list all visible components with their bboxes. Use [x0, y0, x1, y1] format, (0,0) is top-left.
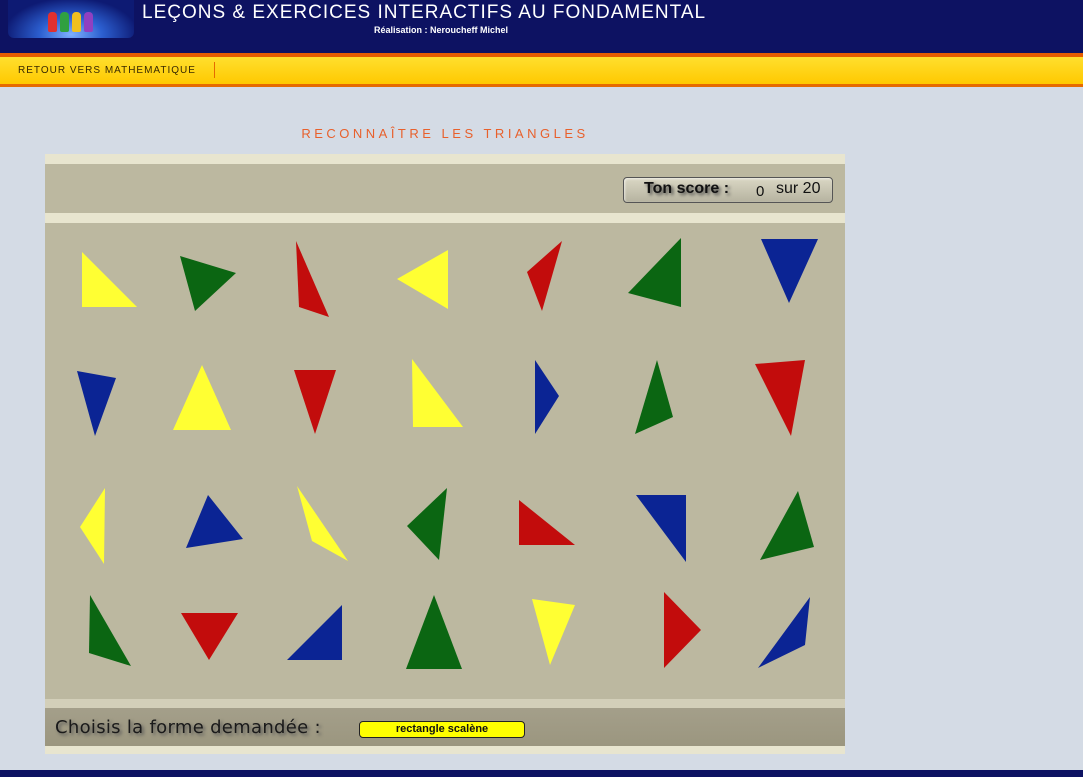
instruction-prompt: Choisis la forme demandée : [55, 717, 321, 738]
triangle-red-5[interactable] [527, 241, 562, 311]
triangle-green-22[interactable] [89, 595, 131, 666]
site-header: LEÇONS & EXERCICES INTERACTIFS AU FONDAM… [0, 0, 1083, 53]
triangle-yellow-11[interactable] [412, 359, 463, 427]
triangle-red-23[interactable] [181, 613, 238, 660]
triangle-green-2[interactable] [180, 256, 236, 311]
triangle-red-19[interactable] [519, 500, 575, 545]
triangle-red-3[interactable] [296, 241, 329, 317]
triangle-blue-8[interactable] [77, 371, 116, 436]
score-total: sur 20 [776, 180, 821, 197]
target-shape-button[interactable]: rectangle scalène [359, 721, 525, 738]
back-to-math-link[interactable]: RETOUR VERS MATHEMATIQUE [18, 65, 196, 76]
triangle-blue-24[interactable] [287, 605, 342, 660]
panel-mid-band [45, 213, 845, 223]
score-display: Ton score : 0 sur 20 [623, 177, 833, 203]
triangle-red-27[interactable] [664, 592, 701, 668]
triangle-board [45, 223, 845, 699]
panel-lower-band [45, 699, 845, 708]
triangle-grid [77, 238, 818, 669]
nav-bar: RETOUR VERS MATHEMATIQUE [0, 57, 1083, 87]
page-title: RECONNAÎTRE LES TRIANGLES [301, 126, 589, 141]
triangle-blue-12[interactable] [535, 360, 559, 434]
panel-top-band [45, 154, 845, 164]
triangle-yellow-9[interactable] [173, 365, 231, 430]
nav-separator [214, 62, 215, 78]
site-title: LEÇONS & EXERCICES INTERACTIFS AU FONDAM… [142, 2, 707, 23]
game-panel: Ton score : 0 sur 20 Choisis la forme de… [45, 154, 845, 754]
triangle-red-10[interactable] [294, 370, 336, 434]
triangle-green-21[interactable] [760, 491, 814, 560]
triangle-green-18[interactable] [407, 488, 447, 560]
triangle-green-13[interactable] [635, 360, 673, 434]
triangle-blue-7[interactable] [761, 239, 818, 303]
triangle-green-6[interactable] [628, 238, 681, 307]
triangle-blue-20[interactable] [636, 495, 686, 562]
triangle-yellow-1[interactable] [82, 252, 137, 307]
triangle-yellow-17[interactable] [297, 486, 348, 561]
triangle-yellow-4[interactable] [397, 250, 448, 309]
site-author: Réalisation : Neroucheff Michel [374, 25, 509, 35]
triangle-blue-28[interactable] [758, 597, 810, 668]
instruction-bar: Choisis la forme demandée : rectangle sc… [45, 708, 845, 746]
triangle-red-14[interactable] [755, 360, 805, 436]
triangle-yellow-15[interactable] [80, 488, 105, 564]
footer-bar [0, 770, 1083, 777]
score-label: Ton score : [644, 180, 730, 197]
triangle-yellow-26[interactable] [532, 599, 575, 665]
triangle-blue-16[interactable] [186, 495, 243, 548]
triangle-green-25[interactable] [406, 595, 462, 669]
score-value: 0 [756, 183, 765, 200]
site-logo [8, 0, 134, 38]
panel-bottom-band [45, 746, 845, 754]
